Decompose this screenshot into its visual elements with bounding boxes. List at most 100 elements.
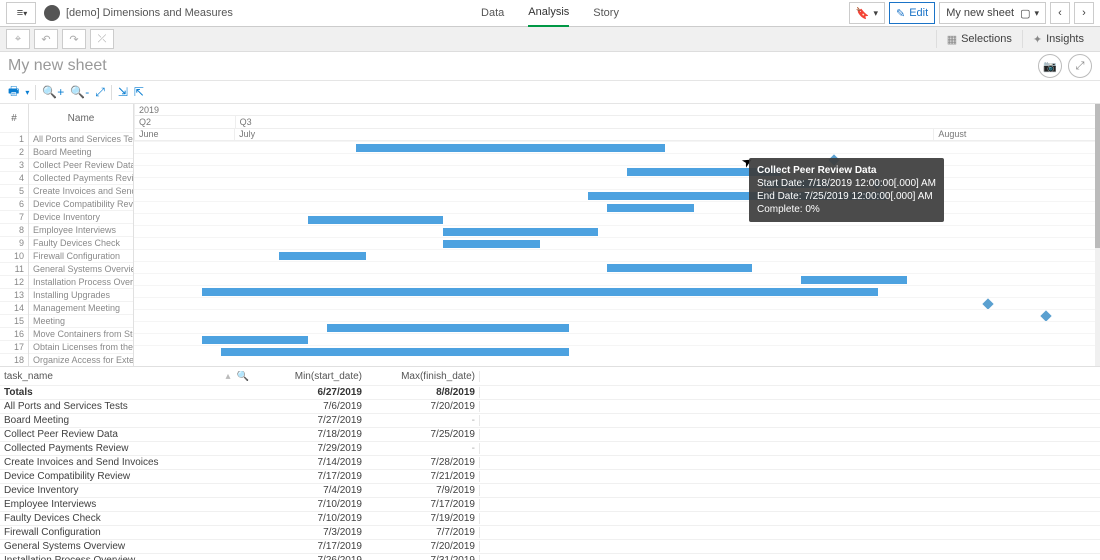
row-index: 6 bbox=[0, 197, 28, 210]
table-row[interactable]: Device Compatibility Review7/17/20197/21… bbox=[0, 470, 1100, 484]
table-row[interactable]: Installation Process Overview7/26/20197/… bbox=[0, 554, 1100, 560]
zoom-fit-button[interactable]: ⤢ bbox=[95, 85, 105, 100]
selections-tool-button[interactable]: ▦ Selections bbox=[936, 30, 1022, 48]
table-row[interactable]: Device Inventory7/4/20197/9/2019 bbox=[0, 484, 1100, 498]
gantt-timeline[interactable]: 2019 Q2 Q3 June July August ➤ Collect Pe… bbox=[134, 104, 1100, 366]
gantt-bar[interactable] bbox=[308, 216, 443, 224]
table-row[interactable]: General Systems Overview7/17/20197/20/20… bbox=[0, 540, 1100, 554]
task-name[interactable]: Obtain Licenses from the Vendor bbox=[29, 340, 133, 353]
task-name[interactable]: Installing Upgrades bbox=[29, 288, 133, 301]
gantt-bar[interactable] bbox=[762, 180, 830, 188]
sheet-title: My new sheet bbox=[8, 57, 107, 75]
hamburger-menu[interactable]: ≡▾ bbox=[6, 2, 36, 24]
gantt-bar[interactable] bbox=[627, 168, 782, 176]
gantt-bar[interactable] bbox=[443, 228, 598, 236]
gantt-bar[interactable] bbox=[801, 276, 907, 284]
cell-max: 7/17/2019 bbox=[366, 499, 480, 510]
task-name[interactable]: Firewall Configuration bbox=[29, 249, 133, 262]
totals-row: Totals 6/27/2019 8/8/2019 bbox=[0, 386, 1100, 400]
fullscreen-button[interactable]: ⤢ bbox=[1068, 54, 1092, 78]
gantt-milestone[interactable] bbox=[828, 154, 839, 165]
gantt-chart[interactable]: # 123456789101112131415161718 Name All P… bbox=[0, 104, 1100, 367]
gantt-row[interactable] bbox=[134, 345, 1100, 358]
insights-button[interactable]: ✦ Insights bbox=[1022, 30, 1094, 48]
search-icon[interactable]: 🔍 bbox=[237, 371, 249, 382]
task-name[interactable]: All Ports and Services Tests bbox=[29, 132, 133, 145]
zoom-out-button[interactable]: 🔍- bbox=[70, 85, 89, 99]
gantt-bar[interactable] bbox=[443, 240, 540, 248]
table-row[interactable]: Firewall Configuration7/3/20197/7/2019 bbox=[0, 526, 1100, 540]
bookmark-button[interactable]: 🔖▾ bbox=[849, 2, 885, 24]
gantt-bar[interactable] bbox=[327, 324, 569, 332]
task-name[interactable]: General Systems Overview bbox=[29, 262, 133, 275]
cell-task-name: Create Invoices and Send Invoices bbox=[0, 457, 253, 468]
step-forward-button[interactable]: ↷ bbox=[62, 29, 86, 49]
cell-task-name: Device Inventory bbox=[0, 485, 253, 496]
col-task-name[interactable]: task_name ▴ 🔍 bbox=[0, 371, 253, 382]
gantt-vertical-scrollbar[interactable] bbox=[1095, 104, 1100, 366]
tab-story[interactable]: Story bbox=[593, 0, 619, 26]
edit-button[interactable]: ✎ Edit bbox=[889, 2, 935, 24]
collapse-button[interactable]: ⇱ bbox=[134, 85, 144, 99]
row-index: 18 bbox=[0, 353, 28, 366]
tab-analysis[interactable]: Analysis bbox=[528, 0, 569, 27]
gantt-milestone[interactable] bbox=[1040, 310, 1051, 321]
scrollbar-thumb[interactable] bbox=[1095, 104, 1100, 248]
gantt-bar[interactable] bbox=[356, 144, 665, 152]
task-name[interactable]: Employee Interviews bbox=[29, 223, 133, 236]
task-name[interactable]: Collect Peer Review Data bbox=[29, 158, 133, 171]
gantt-bar[interactable] bbox=[202, 288, 878, 296]
task-name[interactable]: Organize Access for External Audit Too bbox=[29, 353, 133, 366]
table-row[interactable]: Collected Payments Review7/29/2019- bbox=[0, 442, 1100, 456]
task-name[interactable]: Device Inventory bbox=[29, 210, 133, 223]
col-max-finish[interactable]: Max(finish_date) bbox=[366, 371, 480, 382]
cell-max: 7/28/2019 bbox=[366, 457, 480, 468]
gantt-milestone[interactable] bbox=[982, 298, 993, 309]
cell-task-name: Installation Process Overview bbox=[0, 555, 253, 560]
task-name[interactable]: Device Compatibility Review bbox=[29, 197, 133, 210]
gantt-bar[interactable] bbox=[221, 348, 569, 356]
table-row[interactable]: Faulty Devices Check7/10/20197/19/2019 bbox=[0, 512, 1100, 526]
prev-sheet-button[interactable]: ‹ bbox=[1050, 2, 1070, 24]
task-name[interactable]: Move Containers from Storage Facility bbox=[29, 327, 133, 340]
gantt-bar[interactable] bbox=[202, 336, 308, 344]
sheet-picker-label: My new sheet bbox=[946, 7, 1014, 19]
gantt-bar[interactable] bbox=[588, 192, 887, 200]
gantt-body[interactable] bbox=[134, 141, 1100, 365]
sort-asc-icon[interactable]: ▴ bbox=[226, 371, 231, 382]
snapshot-button[interactable]: 📷 bbox=[1038, 54, 1062, 78]
selections-icon: ▦ bbox=[947, 33, 957, 46]
gantt-bar[interactable] bbox=[607, 264, 752, 272]
task-name[interactable]: Collected Payments Review bbox=[29, 171, 133, 184]
tab-data[interactable]: Data bbox=[481, 0, 504, 26]
task-name[interactable]: Board Meeting bbox=[29, 145, 133, 158]
table-row[interactable]: Create Invoices and Send Invoices7/14/20… bbox=[0, 456, 1100, 470]
cell-min: 7/27/2019 bbox=[253, 415, 366, 426]
clear-selection-button[interactable]: ⤫ bbox=[90, 29, 114, 49]
gantt-bar[interactable] bbox=[607, 204, 694, 212]
next-sheet-button[interactable]: › bbox=[1074, 2, 1094, 24]
sheet-picker-button[interactable]: My new sheet ▢ ▾ bbox=[939, 2, 1046, 24]
task-name[interactable]: Faulty Devices Check bbox=[29, 236, 133, 249]
gantt-bar[interactable] bbox=[279, 252, 366, 260]
task-name[interactable]: Management Meeting bbox=[29, 301, 133, 314]
step-back-button[interactable]: ↶ bbox=[34, 29, 58, 49]
table-row[interactable]: Employee Interviews7/10/20197/17/2019 bbox=[0, 498, 1100, 512]
col-min-start[interactable]: Min(start_date) bbox=[253, 371, 366, 382]
zoom-in-button[interactable]: 🔍+ bbox=[42, 85, 64, 99]
task-name[interactable]: Create Invoices and Send Invoices bbox=[29, 184, 133, 197]
task-name[interactable]: Installation Process Overview bbox=[29, 275, 133, 288]
table-row[interactable]: Board Meeting7/27/2019- bbox=[0, 414, 1100, 428]
gantt-milestone[interactable] bbox=[871, 178, 882, 189]
table-row[interactable]: Collect Peer Review Data7/18/20197/25/20… bbox=[0, 428, 1100, 442]
cell-max: - bbox=[366, 415, 480, 426]
smart-search-button[interactable]: ⌖ bbox=[6, 29, 30, 49]
row-index-column: # 123456789101112131415161718 bbox=[0, 104, 29, 366]
summary-table[interactable]: task_name ▴ 🔍 Min(start_date) Max(finish… bbox=[0, 367, 1100, 560]
task-name[interactable]: Meeting bbox=[29, 314, 133, 327]
expand-button[interactable]: ⇲ bbox=[118, 85, 128, 99]
cell-task-name: Device Compatibility Review bbox=[0, 471, 253, 482]
print-button[interactable]: 🖶 bbox=[8, 82, 19, 103]
timeline-header: 2019 Q2 Q3 June July August bbox=[134, 104, 1100, 141]
table-row[interactable]: All Ports and Services Tests7/6/20197/20… bbox=[0, 400, 1100, 414]
